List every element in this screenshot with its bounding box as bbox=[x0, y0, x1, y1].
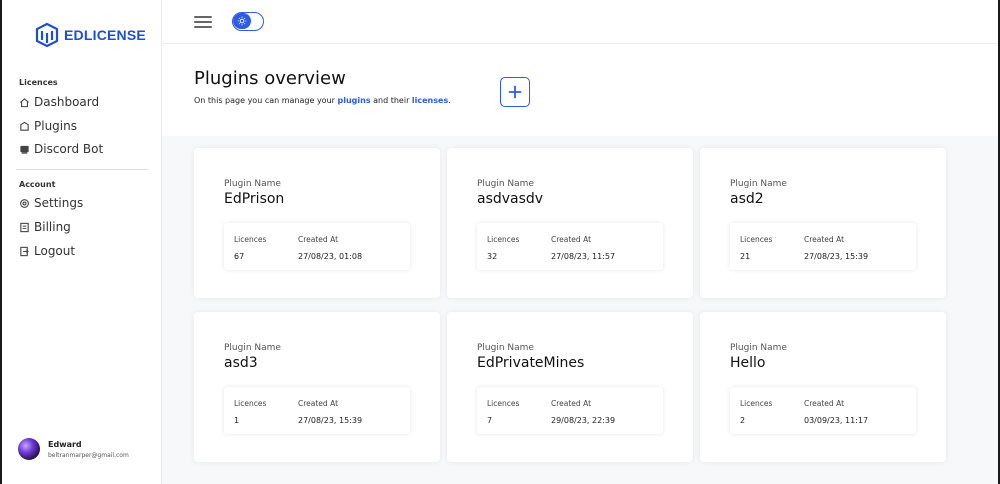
plugin-name: asdvasdv bbox=[477, 191, 544, 207]
sidebar-item-billing[interactable]: Billing bbox=[19, 220, 71, 234]
billing-icon bbox=[20, 222, 29, 232]
page-title: Plugins overview bbox=[194, 68, 346, 89]
created-label: Created At bbox=[804, 235, 845, 244]
plugin-card[interactable]: Plugin Name asdvasdv Licences Created At… bbox=[447, 148, 693, 298]
created-label: Created At bbox=[804, 399, 845, 408]
plugin-stats: Licences Created At 32 27/08/23, 11:57 bbox=[477, 223, 663, 270]
subtitle-text: On this page you can manage your bbox=[194, 96, 338, 105]
plugin-stats: Licences Created At 7 29/08/23, 22:39 bbox=[477, 387, 663, 434]
sidebar-item-settings[interactable]: Settings bbox=[19, 196, 83, 210]
licences-label: Licences bbox=[234, 235, 267, 244]
plugin-name: asd2 bbox=[730, 191, 764, 207]
plugin-stats: Licences Created At 21 27/08/23, 15:39 bbox=[730, 223, 916, 270]
plugin-name-label: Plugin Name bbox=[477, 179, 534, 189]
page-header: Plugins overview On this page you can ma… bbox=[162, 44, 998, 136]
sidebar-item-dashboard[interactable]: Dashboard bbox=[19, 95, 99, 109]
sidebar-item-label: Logout bbox=[34, 244, 76, 258]
plugin-stats: Licences Created At 67 27/08/23, 01:08 bbox=[224, 223, 410, 270]
sidebar-item-discord-bot[interactable]: Discord Bot bbox=[19, 142, 103, 156]
licences-label: Licences bbox=[487, 235, 520, 244]
brand-name: EDLICENSE bbox=[64, 27, 146, 43]
app-window: EDLICENSE Licences Dashboard Plugins Dis… bbox=[0, 0, 1000, 484]
brand-logo-icon bbox=[35, 22, 59, 48]
sidebar-item-label: Discord Bot bbox=[34, 142, 104, 156]
plugin-card[interactable]: Plugin Name EdPrivateMines Licences Crea… bbox=[447, 312, 693, 462]
created-value: 03/09/23, 11:17 bbox=[804, 416, 869, 425]
subtitle-text: and their bbox=[370, 96, 412, 105]
plugin-name-label: Plugin Name bbox=[730, 343, 787, 353]
plugin-name: asd3 bbox=[224, 355, 258, 371]
plugin-card[interactable]: Plugin Name asd2 Licences Created At 21 … bbox=[700, 148, 946, 298]
logout-icon bbox=[20, 246, 29, 256]
plus-icon bbox=[508, 85, 522, 99]
created-value: 27/08/23, 01:08 bbox=[298, 252, 363, 261]
created-label: Created At bbox=[298, 235, 339, 244]
sidebar: EDLICENSE Licences Dashboard Plugins Dis… bbox=[2, 0, 162, 484]
home-icon bbox=[20, 97, 29, 107]
subtitle-text: . bbox=[448, 96, 451, 105]
add-plugin-button[interactable] bbox=[500, 77, 530, 107]
licences-label: Licences bbox=[740, 235, 773, 244]
plugin-card[interactable]: Plugin Name Hello Licences Created At 2 … bbox=[700, 312, 946, 462]
licences-label: Licences bbox=[740, 399, 773, 408]
sun-icon bbox=[237, 16, 247, 26]
licences-value: 2 bbox=[740, 416, 746, 425]
sidebar-item-label: Plugins bbox=[34, 119, 77, 133]
plugin-name-label: Plugin Name bbox=[224, 179, 281, 189]
section-label-licences: Licences bbox=[19, 78, 58, 87]
sidebar-divider bbox=[16, 169, 148, 170]
created-label: Created At bbox=[551, 235, 592, 244]
licences-label: Licences bbox=[487, 399, 520, 408]
sidebar-item-plugins[interactable]: Plugins bbox=[19, 119, 77, 133]
plugin-card[interactable]: Plugin Name asd3 Licences Created At 1 2… bbox=[194, 312, 440, 462]
licenses-link[interactable]: licenses bbox=[412, 96, 448, 105]
theme-toggle[interactable] bbox=[232, 12, 264, 31]
plugin-name-label: Plugin Name bbox=[730, 179, 787, 189]
topbar bbox=[162, 0, 998, 44]
licences-value: 67 bbox=[234, 252, 245, 261]
created-value: 27/08/23, 15:39 bbox=[298, 416, 363, 425]
created-value: 27/08/23, 15:39 bbox=[804, 252, 869, 261]
plugin-icon bbox=[20, 121, 29, 131]
plugin-name: EdPrivateMines bbox=[477, 355, 585, 371]
page-subtitle: On this page you can manage your plugins… bbox=[194, 96, 451, 105]
sidebar-item-logout[interactable]: Logout bbox=[19, 244, 75, 258]
user-name: Edward bbox=[48, 439, 82, 449]
avatar bbox=[18, 438, 40, 460]
user-profile[interactable]: Edward beltranmarper@gmail.com bbox=[18, 438, 129, 460]
plugin-name: Hello bbox=[730, 355, 766, 371]
created-label: Created At bbox=[298, 399, 339, 408]
created-label: Created At bbox=[551, 399, 592, 408]
brand[interactable]: EDLICENSE bbox=[34, 22, 146, 48]
plugin-stats: Licences Created At 2 03/09/23, 11:17 bbox=[730, 387, 916, 434]
licences-value: 7 bbox=[487, 416, 493, 425]
plugin-name-label: Plugin Name bbox=[224, 343, 281, 353]
licences-value: 1 bbox=[234, 416, 240, 425]
licences-label: Licences bbox=[234, 399, 267, 408]
sidebar-item-label: Dashboard bbox=[34, 95, 100, 109]
plugins-link[interactable]: plugins bbox=[337, 96, 370, 105]
licences-value: 21 bbox=[740, 252, 751, 261]
created-value: 27/08/23, 11:57 bbox=[551, 252, 616, 261]
hamburger-icon[interactable] bbox=[194, 15, 212, 29]
bot-icon bbox=[20, 145, 29, 154]
section-label-account: Account bbox=[19, 180, 56, 189]
sidebar-item-label: Billing bbox=[34, 220, 71, 234]
plugin-name: EdPrison bbox=[224, 191, 285, 207]
plugin-card[interactable]: Plugin Name EdPrison Licences Created At… bbox=[194, 148, 440, 298]
plugin-name-label: Plugin Name bbox=[477, 343, 534, 353]
plugin-stats: Licences Created At 1 27/08/23, 15:39 bbox=[224, 387, 410, 434]
licences-value: 32 bbox=[487, 252, 498, 261]
sidebar-item-label: Settings bbox=[34, 196, 84, 210]
created-value: 29/08/23, 22:39 bbox=[551, 416, 616, 425]
user-email: beltranmarper@gmail.com bbox=[48, 451, 129, 459]
gear-icon bbox=[20, 198, 29, 208]
